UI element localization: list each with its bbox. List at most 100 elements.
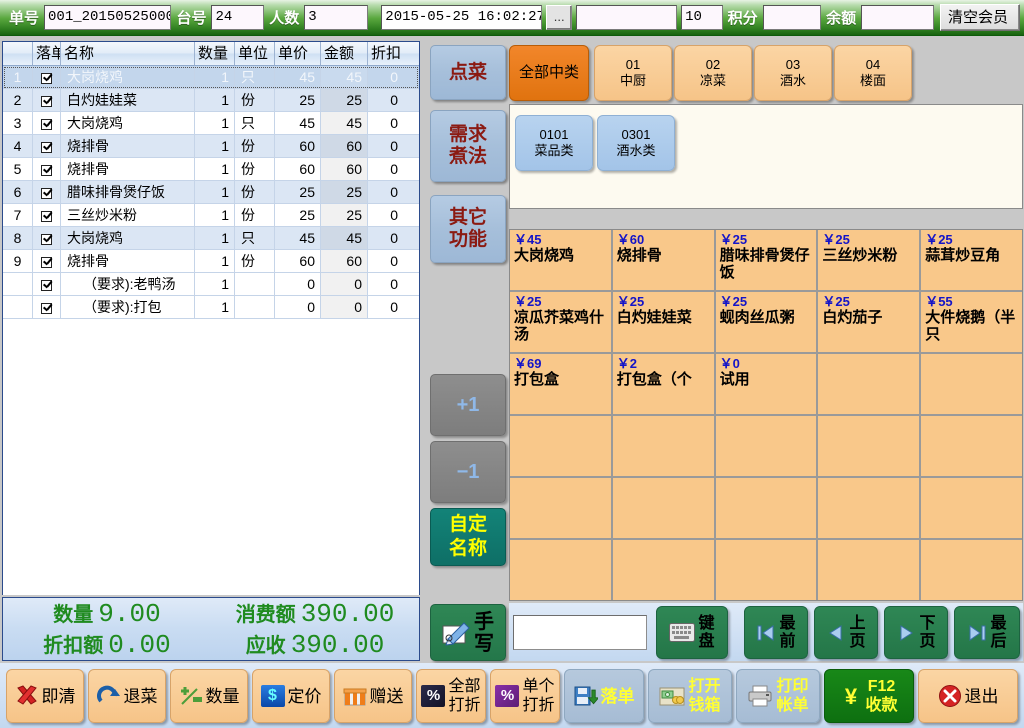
dish-cell[interactable]: ￥0 试用	[715, 354, 817, 414]
next-page-button[interactable]: 下 页	[884, 606, 948, 659]
category-tab-02[interactable]: 02 凉菜	[674, 45, 752, 101]
order-dish-label: 点菜	[448, 61, 487, 83]
prev-page-button[interactable]: 上 页	[814, 606, 878, 659]
row-submitted-checkbox[interactable]	[33, 250, 61, 272]
row-submitted-checkbox[interactable]	[33, 204, 61, 226]
table-row[interactable]: （要求):老鸭汤 1 0 0 0	[3, 273, 419, 296]
discount-all-label-1: 全部	[448, 678, 481, 695]
balance-input[interactable]	[861, 5, 935, 30]
discount-single-button[interactable]: % 单个 打折	[490, 669, 560, 723]
dish-cell[interactable]: ￥25 腊味排骨煲仔饭	[715, 230, 817, 290]
member-number-input[interactable]: 10	[681, 5, 723, 30]
gift-button[interactable]: 赠送	[334, 669, 412, 723]
category-code: 04	[865, 57, 881, 72]
discount-all-button[interactable]: % 全部 打折	[416, 669, 486, 723]
table-row[interactable]: 8 大岗烧鸡 1 只 45 45 0	[3, 227, 419, 250]
subcategory-button-0101[interactable]: 0101 菜品类	[515, 115, 593, 171]
custom-name-button[interactable]: 自定 名称	[430, 508, 506, 566]
category-tab-04[interactable]: 04 楼面	[834, 45, 912, 101]
dish-cell[interactable]: ￥60 烧排骨	[612, 230, 714, 290]
dish-cell[interactable]: ￥45 大岗烧鸡	[510, 230, 611, 290]
open-cashbox-label: 打开 钱箱	[688, 677, 720, 715]
points-input[interactable]	[762, 5, 822, 30]
return-dish-button[interactable]: 退菜	[88, 669, 166, 723]
printer-icon	[747, 685, 773, 707]
discount-all-label: 全部 打折	[448, 677, 480, 715]
row-submitted-checkbox[interactable]	[33, 273, 61, 295]
table-row[interactable]: （要求):打包 1 0 0 0	[3, 296, 419, 319]
row-submitted-checkbox[interactable]	[33, 66, 61, 88]
table-row[interactable]: 3 大岗烧鸡 1 只 45 45 0	[3, 112, 419, 135]
row-submitted-checkbox[interactable]	[33, 112, 61, 134]
row-submitted-checkbox[interactable]	[33, 296, 61, 318]
row-quantity: 1	[195, 204, 235, 226]
row-submitted-checkbox[interactable]	[33, 135, 61, 157]
keyboard-button[interactable]: 键 盘	[656, 606, 728, 659]
order-item-table[interactable]: 落单 名称 数量 单位 单价 金额 折扣 1大岗烧鸡1只454502白灼娃娃菜1…	[2, 41, 420, 595]
table-no-input[interactable]: 24	[211, 5, 265, 30]
next-page-label-2: 页	[919, 632, 936, 650]
table-row[interactable]: 4 烧排骨 1 份 60 60 0	[3, 135, 419, 158]
demand-cooking-button[interactable]: 需求 煮法	[430, 110, 506, 182]
print-bill-button[interactable]: 打印 帐单	[736, 669, 820, 723]
row-submitted-checkbox[interactable]	[33, 89, 61, 111]
dish-cell[interactable]: ￥55 大件烧鹅（半只	[921, 292, 1022, 352]
exit-button[interactable]: 退出	[918, 669, 1018, 723]
row-unit	[235, 273, 275, 295]
row-quantity: 1	[195, 89, 235, 111]
first-page-button[interactable]: 最 前	[744, 606, 808, 659]
set-price-button[interactable]: $ 定价	[252, 669, 330, 723]
dish-cell[interactable]: ￥25 蚬肉丝瓜粥	[715, 292, 817, 352]
checkout-button[interactable]: ¥ F12 收款	[824, 669, 914, 723]
dish-price: ￥25	[925, 232, 953, 247]
order-no-input[interactable]: 001_201505250001	[44, 5, 172, 30]
dish-cell[interactable]: ￥25 白灼茄子	[818, 292, 920, 352]
member-input[interactable]	[576, 5, 678, 30]
increment-quantity-button[interactable]: +1	[430, 374, 506, 436]
people-count-input[interactable]: 3	[304, 5, 369, 30]
totals-panel: 数量 9.00 消费额 390.00 折扣额 0.00 应收 390.00	[2, 597, 420, 661]
category-code: 03	[785, 57, 801, 72]
search-input[interactable]	[513, 615, 647, 650]
dish-cell[interactable]: ￥69 打包盒	[510, 354, 611, 414]
table-row[interactable]: 5 烧排骨 1 份 60 60 0	[3, 158, 419, 181]
change-quantity-button[interactable]: 数量	[170, 669, 248, 723]
row-submitted-checkbox[interactable]	[33, 227, 61, 249]
row-submitted-checkbox[interactable]	[33, 181, 61, 203]
row-discount: 0	[390, 161, 398, 177]
order-dish-button[interactable]: 点菜	[430, 45, 506, 100]
clear-member-button[interactable]: 清空会员	[940, 4, 1020, 31]
table-row[interactable]: 7 三丝炒米粉 1 份 25 25 0	[3, 204, 419, 227]
table-row[interactable]: 1 大岗烧鸡 1 只 45 45 0	[3, 66, 419, 89]
datetime-input[interactable]: 2015-05-25 16:02:27	[381, 5, 543, 30]
dish-name: 凉瓜芥菜鸡什汤	[514, 309, 605, 343]
dish-name: 白灼娃娃菜	[616, 309, 692, 326]
open-cashbox-button[interactable]: 打开 钱箱	[648, 669, 732, 723]
decrement-quantity-button[interactable]: −1	[430, 441, 506, 503]
subcategory-button-0301[interactable]: 0301 酒水类	[597, 115, 675, 171]
category-tab-01[interactable]: 01 中厨	[594, 45, 672, 101]
last-page-button[interactable]: 最 后	[954, 606, 1020, 659]
submit-order-button[interactable]: 落单	[564, 669, 644, 723]
next-page-icon	[896, 623, 916, 643]
other-functions-button[interactable]: 其它 功能	[430, 195, 506, 263]
category-tab-all[interactable]: 全部中类	[509, 45, 589, 101]
dish-grid[interactable]: ￥45 大岗烧鸡 ￥60 烧排骨 ￥25 腊味排骨煲仔饭 ￥25 三丝炒米粉 ￥25 蒜茸炒豆角 ￥…	[509, 229, 1023, 601]
dish-cell[interactable]: ￥2 打包盒（个	[612, 354, 714, 414]
table-row[interactable]: 6 腊味排骨煲仔饭 1 份 25 25 0	[3, 181, 419, 204]
dish-cell[interactable]: ￥25 蒜茸炒豆角	[921, 230, 1022, 290]
custom-name-label-2: 名称	[448, 538, 487, 559]
table-row[interactable]: 2 白灼娃娃菜 1 份 25 25 0	[3, 89, 419, 112]
dish-cell[interactable]: ￥25 白灼娃娃菜	[612, 292, 714, 352]
row-submitted-checkbox[interactable]	[33, 158, 61, 180]
clear-order-button[interactable]: 即清	[6, 669, 84, 723]
table-row[interactable]: 9 烧排骨 1 份 60 60 0	[3, 250, 419, 273]
dish-cell[interactable]: ￥25 凉瓜芥菜鸡什汤	[510, 292, 611, 352]
total-discount-value: 0.00	[108, 630, 171, 660]
more-options-button[interactable]: ...	[546, 5, 573, 30]
order-table-body[interactable]: 1 大岗烧鸡 1 只 45 45 0 2 白灼娃娃菜 1 份 25 25 0 3 大岗烧鸡 1 只 45 45 0 4 烧排…	[3, 66, 419, 595]
handwriting-button[interactable]: 手 写	[430, 604, 506, 661]
category-tab-03[interactable]: 03 酒水	[754, 45, 832, 101]
category-label: 楼面	[859, 73, 886, 88]
dish-cell[interactable]: ￥25 三丝炒米粉	[818, 230, 920, 290]
